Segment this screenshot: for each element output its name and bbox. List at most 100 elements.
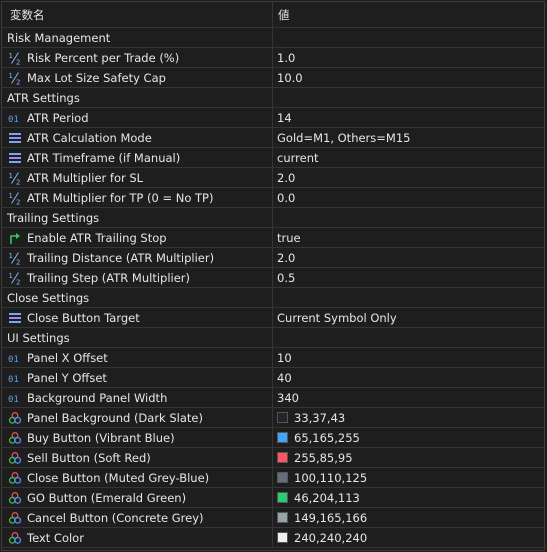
param-value: 14 (277, 110, 292, 125)
fraction-icon: 12 (8, 71, 22, 85)
param-value-cell[interactable]: 240,240,240 (273, 528, 544, 547)
param-value: 10.0 (277, 70, 303, 85)
param-value: 340 (277, 390, 299, 405)
param-row-panel-x-offset[interactable]: 01 Panel X Offset 10 (2, 348, 544, 368)
param-row-trailing-distance-atr-multiplier[interactable]: 1 2 Trailing Distance (ATR Multiplier) 2.0 (2, 248, 544, 268)
param-value: 2.0 (277, 170, 296, 185)
color-swatch[interactable] (277, 492, 288, 503)
param-value-cell[interactable]: 46,204,113 (273, 488, 544, 507)
param-label: Text Color (27, 530, 84, 545)
param-row-max-lot-size-safety-cap[interactable]: 1 2 Max Lot Size Safety Cap 10.0 (2, 68, 544, 88)
svg-text:01: 01 (8, 115, 19, 125)
fraction-icon: 12 (8, 251, 22, 265)
param-value-cell[interactable]: 33,37,43 (273, 408, 544, 427)
param-value-cell[interactable]: 40 (273, 368, 544, 387)
svg-text:2: 2 (16, 278, 20, 285)
section-label-cell: Trailing Settings (2, 208, 273, 227)
parameter-rows: Risk Management 1 2 Risk Percent per Trade … (2, 28, 544, 548)
svg-text:1: 1 (9, 252, 13, 260)
param-value-cell[interactable]: 65,165,255 (273, 428, 544, 447)
svg-text:2: 2 (16, 58, 20, 65)
param-value-cell[interactable]: 10 (273, 348, 544, 367)
param-value-cell[interactable]: 2.0 (273, 248, 544, 267)
section-row-trailing-settings[interactable]: Trailing Settings (2, 208, 544, 228)
param-label: ATR Timeframe (if Manual) (27, 150, 181, 165)
param-row-sell-button-soft-red[interactable]: Sell Button (Soft Red) 255,85,95 (2, 448, 544, 468)
param-value-cell[interactable]: 1.0 (273, 48, 544, 67)
column-header-variable-name[interactable]: 変数名 (2, 2, 273, 27)
color-swatch[interactable] (277, 412, 288, 423)
color-swatch[interactable] (277, 512, 288, 523)
section-row-close-settings[interactable]: Close Settings (2, 288, 544, 308)
param-label: Trailing Distance (ATR Multiplier) (27, 250, 215, 265)
section-row-risk-management[interactable]: Risk Management (2, 28, 544, 48)
section-row-atr-settings[interactable]: ATR Settings (2, 88, 544, 108)
param-value: 0.5 (277, 270, 296, 285)
param-value-cell[interactable]: 255,85,95 (273, 448, 544, 467)
section-label-cell: UI Settings (2, 328, 273, 347)
param-row-buy-button-vibrant-blue[interactable]: Buy Button (Vibrant Blue) 65,165,255 (2, 428, 544, 448)
param-row-atr-calculation-mode[interactable]: ATR Calculation Mode Gold=M1, Others=M15 (2, 128, 544, 148)
section-row-ui-settings[interactable]: UI Settings (2, 328, 544, 348)
param-value: 240,240,240 (294, 530, 368, 545)
param-row-atr-multiplier-for-sl[interactable]: 1 2 ATR Multiplier for SL 2.0 (2, 168, 544, 188)
param-value-cell[interactable]: current (273, 148, 544, 167)
param-value-cell[interactable]: Gold=M1, Others=M15 (273, 128, 544, 147)
param-name-cell: Cancel Button (Concrete Grey) (2, 508, 273, 527)
param-row-cancel-button-concrete-grey[interactable]: Cancel Button (Concrete Grey) 149,165,166 (2, 508, 544, 528)
section-label: Trailing Settings (7, 210, 100, 225)
column-header-value-label: 値 (278, 7, 290, 22)
param-row-close-button-muted-grey-blue[interactable]: Close Button (Muted Grey-Blue) 100,110,12… (2, 468, 544, 488)
param-name-cell: GO Button (Emerald Green) (2, 488, 273, 507)
param-name-cell: 01 Background Panel Width (2, 388, 273, 407)
integer-icon: 01 (8, 391, 22, 405)
param-name-cell: 1 2 ATR Multiplier for SL (2, 168, 273, 187)
param-name-cell: 01 Panel Y Offset (2, 368, 273, 387)
column-header-variable-name-label: 変数名 (10, 7, 45, 22)
param-name-cell: 1 2 Trailing Distance (ATR Multiplier) (2, 248, 273, 267)
param-row-go-button-emerald-green[interactable]: GO Button (Emerald Green) 46,204,113 (2, 488, 544, 508)
param-row-atr-timeframe-if-manual[interactable]: ATR Timeframe (if Manual) current (2, 148, 544, 168)
param-value-cell[interactable]: 14 (273, 108, 544, 127)
param-row-close-button-target[interactable]: Close Button Target Current Symbol Only (2, 308, 544, 328)
section-label-cell: Close Settings (2, 288, 273, 307)
param-name-cell: 1 2 Trailing Step (ATR Multiplier) (2, 268, 273, 287)
param-row-background-panel-width[interactable]: 01 Background Panel Width 340 (2, 388, 544, 408)
param-row-atr-period[interactable]: 01 ATR Period 14 (2, 108, 544, 128)
param-value-cell[interactable]: 149,165,166 (273, 508, 544, 527)
svg-text:1: 1 (9, 192, 13, 200)
param-row-text-color[interactable]: Text Color 240,240,240 (2, 528, 544, 548)
color-swatch[interactable] (277, 432, 288, 443)
param-value: true (277, 230, 301, 245)
param-value: Gold=M1, Others=M15 (277, 130, 411, 145)
bool-arrow-icon (8, 231, 22, 245)
param-name-cell: Buy Button (Vibrant Blue) (2, 428, 273, 447)
param-row-panel-background-dark-slate[interactable]: Panel Background (Dark Slate) 33,37,43 (2, 408, 544, 428)
param-label: Close Button (Muted Grey-Blue) (27, 470, 210, 485)
svg-text:2: 2 (16, 258, 20, 265)
column-header-value[interactable]: 値 (273, 2, 544, 27)
param-value-cell[interactable]: true (273, 228, 544, 247)
param-value-cell[interactable]: 10.0 (273, 68, 544, 87)
param-value-cell[interactable]: 0.0 (273, 188, 544, 207)
param-label: Background Panel Width (27, 390, 168, 405)
integer-icon: 01 (8, 351, 22, 365)
param-row-trailing-step-atr-multiplier[interactable]: 1 2 Trailing Step (ATR Multiplier) 0.5 (2, 268, 544, 288)
param-name-cell: Close Button (Muted Grey-Blue) (2, 468, 273, 487)
color-swatch[interactable] (277, 472, 288, 483)
param-row-enable-atr-trailing-stop[interactable]: Enable ATR Trailing Stop true (2, 228, 544, 248)
color-swatch[interactable] (277, 532, 288, 543)
param-row-risk-percent-per-trade[interactable]: 1 2 Risk Percent per Trade (%) 1.0 (2, 48, 544, 68)
param-value-cell[interactable]: 340 (273, 388, 544, 407)
svg-text:1: 1 (9, 52, 13, 60)
section-label: ATR Settings (7, 90, 80, 105)
param-value-cell[interactable]: 100,110,125 (273, 468, 544, 487)
fraction-icon: 12 (8, 191, 22, 205)
param-value: 1.0 (277, 50, 296, 65)
param-value-cell[interactable]: Current Symbol Only (273, 308, 544, 327)
param-row-panel-y-offset[interactable]: 01 Panel Y Offset 40 (2, 368, 544, 388)
color-swatch[interactable] (277, 452, 288, 463)
param-row-atr-multiplier-for-tp-0-no-tp[interactable]: 1 2 ATR Multiplier for TP (0 = No TP) 0.0 (2, 188, 544, 208)
param-value-cell[interactable]: 2.0 (273, 168, 544, 187)
param-value-cell[interactable]: 0.5 (273, 268, 544, 287)
